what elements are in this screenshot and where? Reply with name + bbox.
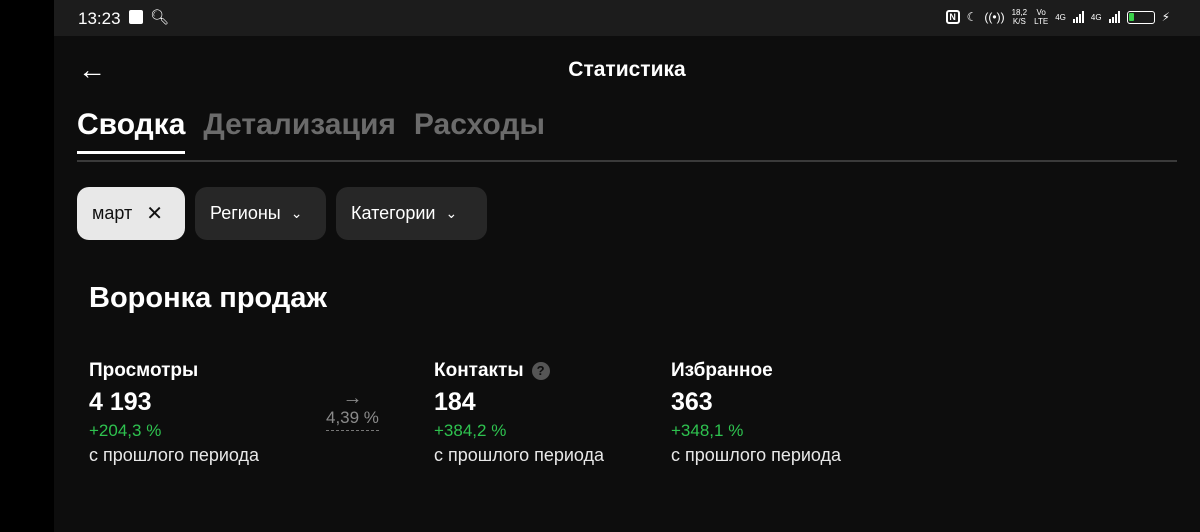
metric-contacts: Контакты ? 184 +384,2 % с прошлого перио… [434,360,604,466]
categories-filter-chip[interactable]: Категории ⌄ [336,187,487,240]
metric-note: с прошлого периода [434,445,605,465]
metric-note: с прошлого периода [671,445,842,465]
metric-change: +204,3 % [89,421,162,440]
page-title: Статистика [568,58,686,81]
regions-filter-label: Регионы [210,203,281,223]
network-type-2: 4G [1090,12,1102,22]
status-time: 13:23 [78,9,121,28]
conversion-indicator[interactable]: → 4,39 % [326,388,379,431]
metric-label: Избранное [671,360,773,381]
battery-icon [1126,10,1155,24]
metric-label: Контакты [434,360,524,381]
volte-indicator: Vo LTE [1034,8,1049,26]
signal-icon [1072,11,1084,23]
metric-value: 363 [671,388,713,416]
metric-label: Просмотры [89,360,199,381]
close-icon[interactable]: ✕ [146,201,163,226]
conversion-rate: 4,39 % [326,408,379,431]
nfc-icon: N [945,10,960,24]
arrow-right-icon: → [342,387,363,409]
net-speed: 18,2 K/S [1011,8,1028,26]
network-type-1: 4G [1055,12,1066,22]
metric-change: +384,2 % [434,421,507,440]
metric-value: 4 193 [89,388,152,416]
hotspot-icon: ((•)) [984,10,1005,24]
regions-filter-chip[interactable]: Регионы ⌄ [195,187,326,240]
metric-favorites: Избранное 363 +348,1 % с прошлого период… [671,360,841,466]
metric-change: +348,1 % [671,421,744,440]
metric-views: Просмотры 4 193 +204,3 % с прошлого пери… [89,360,259,466]
help-icon[interactable]: ? [531,362,550,380]
notification-icon [129,10,143,24]
search-icon: 🔍︎ [150,9,170,26]
signal-icon-2 [1108,11,1120,23]
metric-note: с прошлого периода [89,445,260,465]
chevron-down-icon: ⌄ [290,205,303,221]
moon-icon: ☾ [966,10,978,24]
tab-expenses[interactable]: Расходы [414,108,545,154]
categories-filter-label: Категории [351,203,436,223]
tab-divider [77,160,1177,162]
status-bar: 13:23 🔍︎ N ☾ ((•)) 18,2 K/S Vo LTE 4G 4G… [54,0,1200,36]
period-filter-chip[interactable]: март ✕ [77,187,185,240]
metric-label-row: Контакты ? [434,360,604,382]
funnel-title: Воронка продаж [89,282,327,314]
tab-bar: Сводка Детализация Расходы [77,108,545,154]
chevron-down-icon: ⌄ [445,205,458,221]
app-screen: 13:23 🔍︎ N ☾ ((•)) 18,2 K/S Vo LTE 4G 4G… [54,0,1200,532]
metric-value: 184 [434,388,476,416]
charging-icon: ⚡︎ [1161,10,1170,24]
period-filter-label: март [92,203,133,223]
status-icons: N ☾ ((•)) 18,2 K/S Vo LTE 4G 4G ⚡︎ [945,8,1170,26]
tab-details[interactable]: Детализация [203,108,396,154]
tab-summary[interactable]: Сводка [77,108,186,154]
